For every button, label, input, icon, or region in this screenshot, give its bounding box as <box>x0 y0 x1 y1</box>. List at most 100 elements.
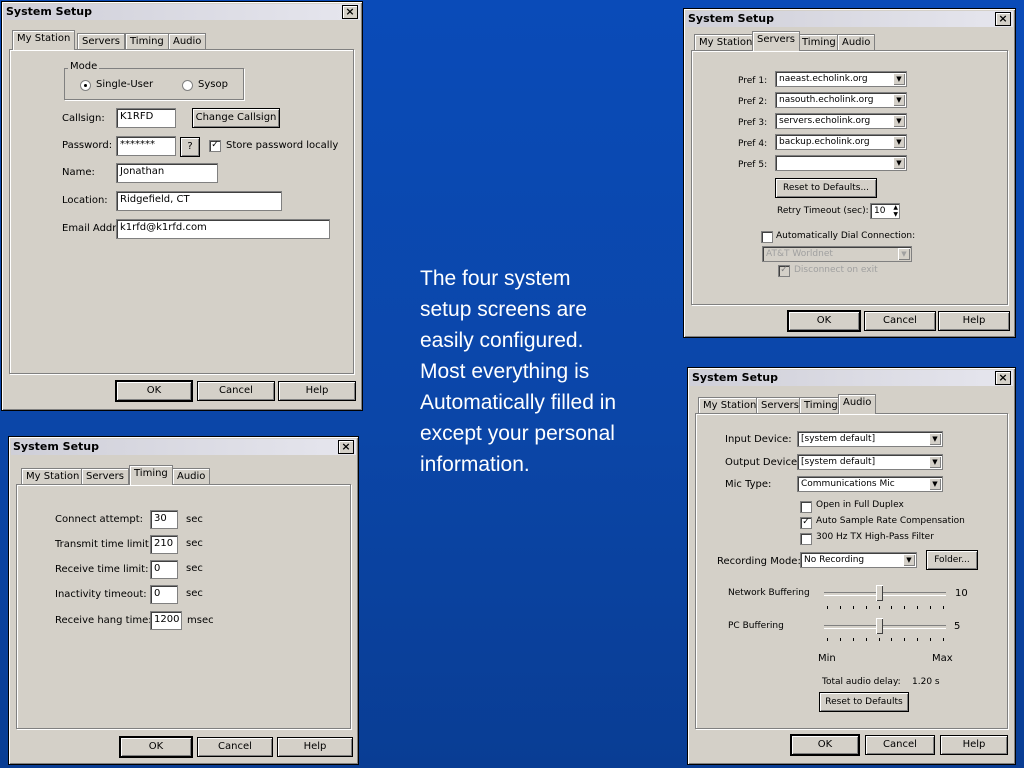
retry-timeout-input[interactable]: 10 ▲ ▼ <box>870 203 900 219</box>
location-input[interactable]: Ridgefield, CT <box>116 191 282 211</box>
tab-my-station[interactable]: My Station <box>21 468 85 485</box>
dial-connection-value: AT&T Worldnet <box>766 249 833 259</box>
mic-type-select[interactable]: Communications Mic ▼ <box>797 476 943 492</box>
cancel-button[interactable]: Cancel <box>197 737 273 757</box>
password-help-button[interactable]: ? <box>180 137 200 157</box>
connect-attempt-input[interactable]: 30 <box>150 510 178 529</box>
transmit-limit-input[interactable]: 210 <box>150 535 178 554</box>
password-input[interactable]: ******* <box>116 136 176 156</box>
connect-attempt-unit: sec <box>186 514 203 525</box>
total-delay-value: 1.20 s <box>912 677 940 687</box>
hang-time-input[interactable]: 1200 <box>150 611 182 630</box>
recording-mode-select[interactable]: No Recording ▼ <box>800 552 917 568</box>
chevron-down-icon[interactable]: ▼ <box>903 554 915 566</box>
system-setup-dialog-timing: System Setup × My Station Servers Timing… <box>8 436 359 765</box>
tab-timing[interactable]: Timing <box>799 397 843 414</box>
tab-my-station[interactable]: My Station <box>694 34 758 51</box>
cancel-button[interactable]: Cancel <box>864 311 936 331</box>
pref5-select[interactable]: ▼ <box>775 155 907 171</box>
network-buffering-track[interactable] <box>824 592 946 596</box>
tab-timing[interactable]: Timing <box>797 34 841 51</box>
name-input[interactable]: Jonathan <box>116 163 218 183</box>
output-device-select[interactable]: [system default] ▼ <box>797 454 943 470</box>
close-icon[interactable]: × <box>995 371 1011 385</box>
tab-audio[interactable]: Audio <box>168 33 207 50</box>
connect-attempt-label: Connect attempt: <box>55 514 144 525</box>
tab-servers[interactable]: Servers <box>756 397 805 414</box>
single-user-radio[interactable] <box>80 80 91 91</box>
network-buffering-thumb[interactable] <box>875 585 883 601</box>
input-device-label: Input Device: <box>725 434 792 445</box>
tab-servers[interactable]: Servers <box>77 33 126 50</box>
help-button[interactable]: Help <box>938 311 1010 331</box>
tab-servers[interactable]: Servers <box>81 468 130 485</box>
pref3-value: servers.echolink.org <box>779 116 871 126</box>
change-callsign-button[interactable]: Change Callsign <box>192 108 280 128</box>
pc-buffering-track[interactable] <box>824 625 946 629</box>
chevron-down-icon[interactable]: ▼ <box>929 456 941 468</box>
chevron-down-icon: ▼ <box>898 248 910 260</box>
chevron-down-icon[interactable]: ▼ <box>893 157 905 169</box>
chevron-down-icon[interactable]: ▼ <box>893 73 905 85</box>
tab-timing[interactable]: Timing <box>125 33 169 50</box>
auto-sample-rate-checkbox[interactable]: ✓ <box>800 517 812 529</box>
dial-connection-select: AT&T Worldnet ▼ <box>762 246 912 262</box>
tab-audio[interactable]: Audio <box>838 394 877 414</box>
reset-defaults-button[interactable]: Reset to Defaults <box>819 692 909 712</box>
auto-dial-checkbox[interactable] <box>761 231 773 243</box>
help-button[interactable]: Help <box>940 735 1008 755</box>
inactivity-timeout-input[interactable]: 0 <box>150 585 178 604</box>
folder-button[interactable]: Folder... <box>926 550 978 570</box>
auto-dial-label: Automatically Dial Connection: <box>776 231 916 241</box>
cancel-button[interactable]: Cancel <box>865 735 935 755</box>
callsign-input[interactable]: K1RFD <box>116 108 176 128</box>
chevron-down-icon[interactable]: ▼ <box>893 94 905 106</box>
pref2-select[interactable]: nasouth.echolink.org ▼ <box>775 92 907 108</box>
ok-button[interactable]: OK <box>115 380 193 402</box>
chevron-down-icon[interactable]: ▼ <box>929 478 941 490</box>
pref3-label: Pref 3: <box>738 118 768 128</box>
sysop-radio[interactable] <box>182 80 193 91</box>
close-icon[interactable]: × <box>995 12 1011 26</box>
pc-buffering-thumb[interactable] <box>875 618 883 634</box>
ok-button[interactable]: OK <box>119 736 193 758</box>
input-device-select[interactable]: [system default] ▼ <box>797 431 943 447</box>
close-icon[interactable]: × <box>338 440 354 454</box>
hipass-filter-checkbox[interactable] <box>800 533 812 545</box>
input-device-value: [system default] <box>801 434 876 444</box>
full-duplex-checkbox[interactable] <box>800 501 812 513</box>
cancel-button[interactable]: Cancel <box>197 381 275 401</box>
pref4-value: backup.echolink.org <box>779 137 870 147</box>
chevron-down-icon[interactable]: ▼ <box>893 115 905 127</box>
email-input[interactable]: k1rfd@k1rfd.com <box>116 219 330 239</box>
store-password-label: Store password locally <box>226 140 339 151</box>
help-button[interactable]: Help <box>277 737 353 757</box>
output-device-label: Output Device: <box>725 457 801 468</box>
chevron-down-icon[interactable]: ▼ <box>929 433 941 445</box>
pref1-select[interactable]: naeast.echolink.org ▼ <box>775 71 907 87</box>
ok-button[interactable]: OK <box>790 734 860 756</box>
receive-limit-input[interactable]: 0 <box>150 560 178 579</box>
pref3-select[interactable]: servers.echolink.org ▼ <box>775 113 907 129</box>
tab-my-station[interactable]: My Station <box>12 30 76 50</box>
reset-defaults-button[interactable]: Reset to Defaults... <box>775 178 877 198</box>
ok-button[interactable]: OK <box>787 310 861 332</box>
slider-tick <box>930 606 932 609</box>
tab-my-station[interactable]: My Station <box>698 397 762 414</box>
tab-audio[interactable]: Audio <box>172 468 211 485</box>
tab-audio[interactable]: Audio <box>837 34 876 51</box>
close-icon[interactable]: × <box>342 5 358 19</box>
tab-servers[interactable]: Servers <box>752 31 801 51</box>
receive-limit-unit: sec <box>186 563 203 574</box>
mode-label: Mode <box>68 61 100 72</box>
chevron-down-icon[interactable]: ▼ <box>893 136 905 148</box>
store-password-checkbox[interactable]: ✓ <box>209 140 221 152</box>
email-label: Email Addr: <box>62 223 120 234</box>
auto-sample-rate-label: Auto Sample Rate Compensation <box>816 516 965 526</box>
help-button[interactable]: Help <box>278 381 356 401</box>
pref4-select[interactable]: backup.echolink.org ▼ <box>775 134 907 150</box>
tab-timing[interactable]: Timing <box>129 465 173 485</box>
spinner-icon[interactable]: ▲ ▼ <box>893 204 898 218</box>
output-device-value: [system default] <box>801 457 876 467</box>
slide-caption: The four system setup screens are easily… <box>420 267 617 476</box>
